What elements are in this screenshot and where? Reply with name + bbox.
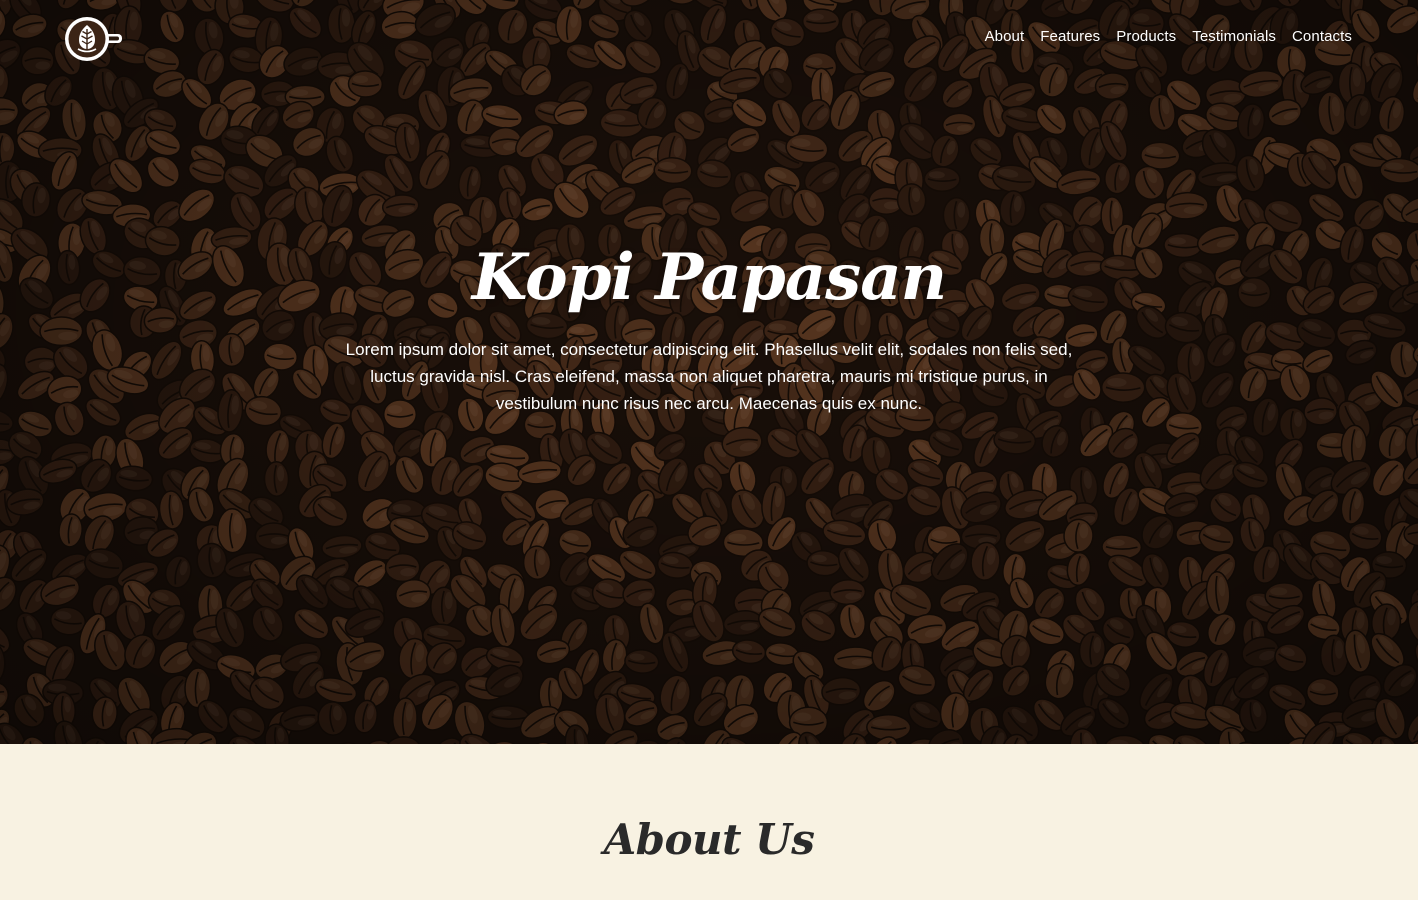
navbar: About Features Products Testimonials Con… [0,0,1418,76]
nav-contacts-link[interactable]: Contacts [1292,26,1352,48]
nav-features-link[interactable]: Features [1040,26,1100,48]
hero-description: Lorem ipsum dolor sit amet, consectetur … [345,340,1073,413]
nav-links: About Features Products Testimonials Con… [985,26,1352,48]
hero-content: Kopi Papasan Lorem ipsum dolor sit amet,… [0,236,1418,417]
hero-section: About Features Products Testimonials Con… [0,0,1418,744]
about-section: About Us [0,744,1418,900]
nav-products-link[interactable]: Products [1116,26,1176,48]
nav-about-link[interactable]: About [985,26,1025,48]
about-title: About Us [603,815,815,864]
logo-link[interactable] [64,16,124,62]
nav-testimonials-link[interactable]: Testimonials [1192,26,1276,48]
hero-title: Kopi Papasan [471,240,947,315]
coffee-cup-latte-art-icon [65,17,122,61]
